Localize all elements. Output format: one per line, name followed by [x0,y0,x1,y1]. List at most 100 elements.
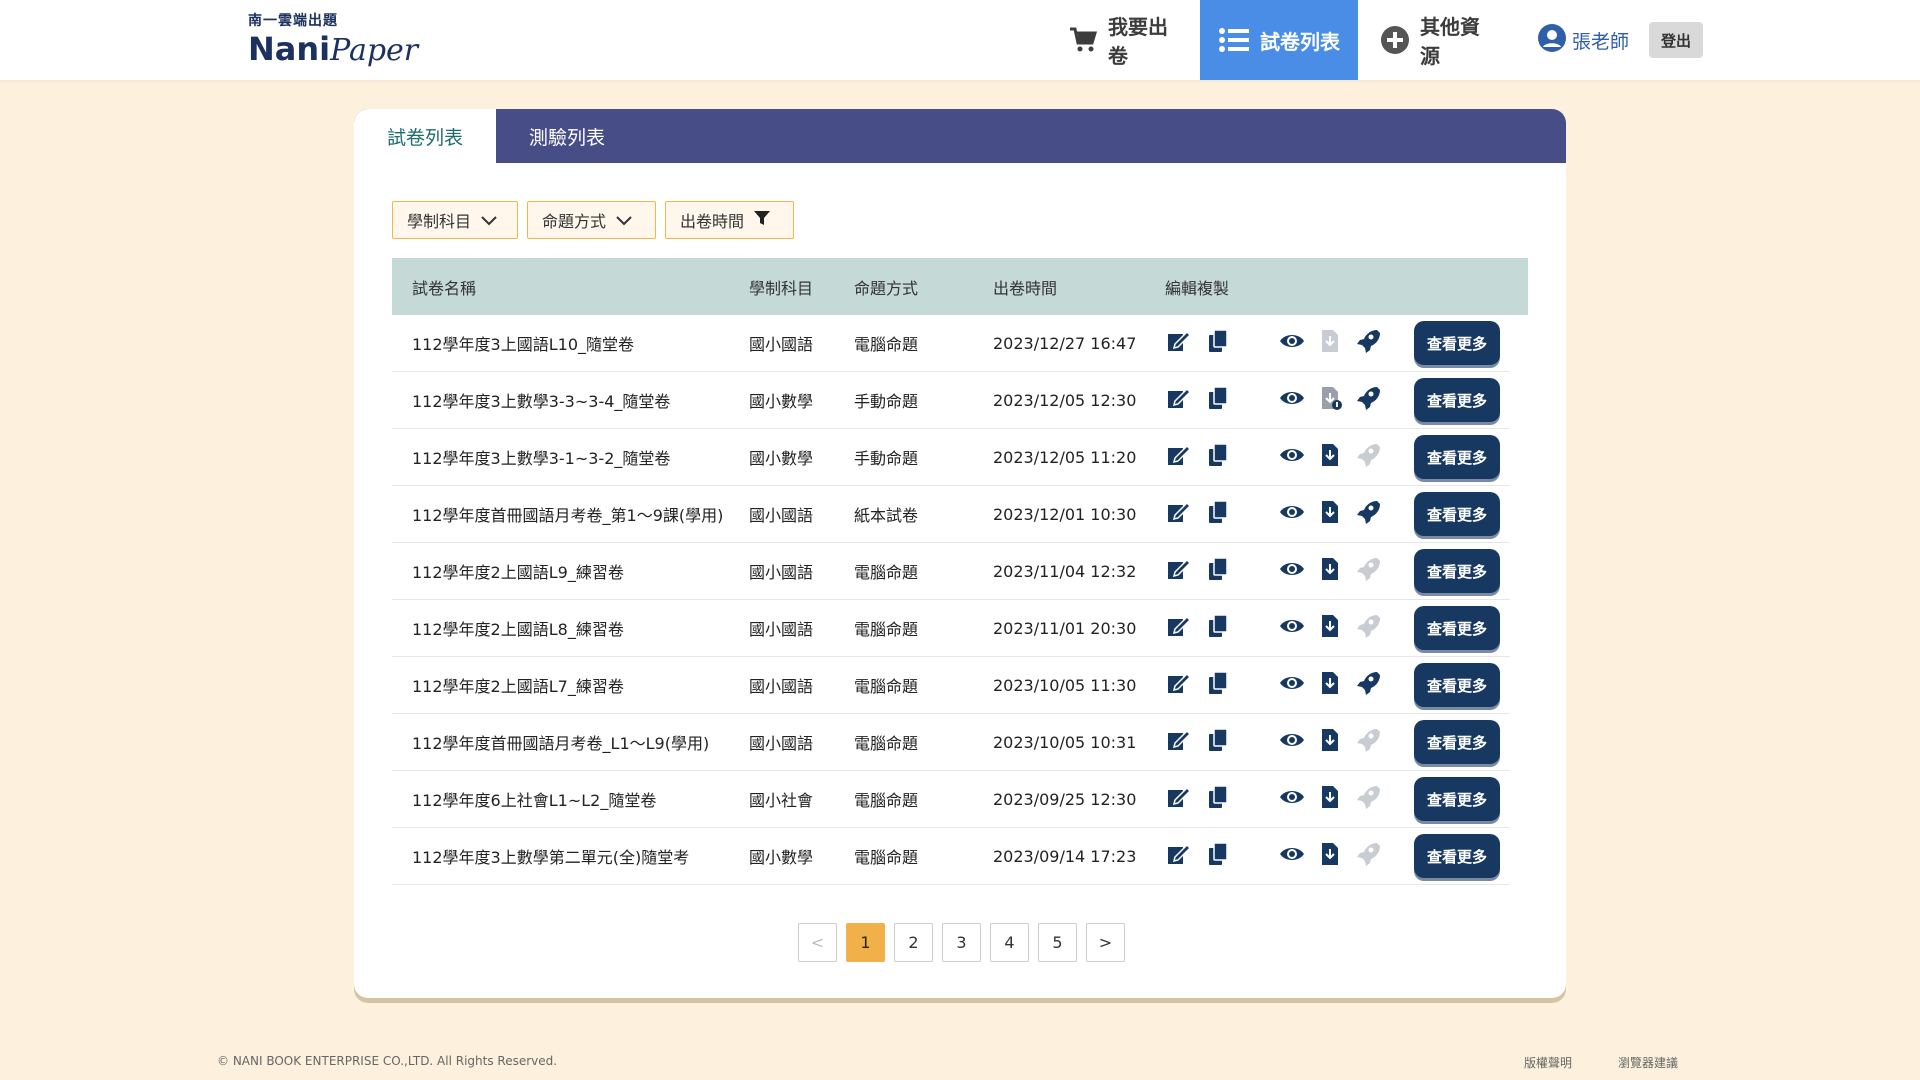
download-icon[interactable] [1317,442,1343,472]
cell-paper-name[interactable]: 112學年度3上數學3-1~3-2_隨堂卷 [392,445,749,469]
rocket-icon[interactable] [1355,499,1381,529]
page-5-button[interactable]: 5 [1038,923,1077,962]
cell-edit-copy [1165,442,1271,472]
edit-icon[interactable] [1165,841,1191,871]
copy-icon[interactable] [1205,727,1231,757]
copy-icon[interactable] [1205,328,1231,358]
copy-icon[interactable] [1205,670,1231,700]
view-more-button[interactable]: 查看更多 [1414,492,1500,536]
preview-eye-icon[interactable] [1279,727,1305,757]
view-more-button[interactable]: 查看更多 [1414,549,1500,593]
cell-mode: 電腦命題 [854,563,919,582]
filter-mode[interactable]: 命題方式 [527,201,656,239]
view-more-button[interactable]: 查看更多 [1414,834,1500,878]
cell-paper-name[interactable]: 112學年度首冊國語月考卷_L1～L9(學用) [392,730,749,754]
copy-icon[interactable] [1205,613,1231,643]
tab-paper-list[interactable]: 試卷列表 [354,109,496,163]
cell-paper-name[interactable]: 112學年度3上數學第二單元(全)隨堂考 [392,844,749,868]
filter-time[interactable]: 出卷時間 [665,201,794,239]
page-1-button[interactable]: 1 [846,923,885,962]
copy-icon[interactable] [1205,499,1231,529]
logo[interactable]: 南一雲端出題 NaniPaper [248,10,418,70]
view-more-button[interactable]: 查看更多 [1414,777,1500,821]
paper-list-card: 試卷列表 測驗列表 學制科目 命題方式 出卷時間 試卷名稱 學制科目 命題方式 … [354,109,1566,998]
edit-icon[interactable] [1165,613,1191,643]
cell-more: 查看更多 [1414,606,1510,650]
edit-icon[interactable] [1165,670,1191,700]
edit-icon[interactable] [1165,784,1191,814]
prev-page-button[interactable]: < [798,923,837,962]
nav-other-resources[interactable]: 其他資源 [1362,0,1502,80]
preview-eye-icon[interactable] [1279,499,1305,529]
rocket-icon[interactable] [1355,670,1381,700]
cell-paper-name[interactable]: 112學年度2上國語L9_練習卷 [392,559,749,583]
cell-paper-name[interactable]: 112學年度2上國語L8_練習卷 [392,616,749,640]
header-subject: 學制科目 [749,278,814,298]
filter-subject[interactable]: 學制科目 [392,201,518,239]
preview-eye-icon[interactable] [1279,556,1305,586]
edit-icon[interactable] [1165,499,1191,529]
nav-make-paper[interactable]: 我要出卷 [1050,0,1200,80]
download-icon[interactable] [1317,727,1343,757]
download-icon[interactable] [1317,385,1343,415]
view-more-button[interactable]: 查看更多 [1414,435,1500,479]
preview-eye-icon[interactable] [1279,328,1305,358]
user-icon [1538,24,1566,57]
cell-paper-name[interactable]: 112學年度6上社會L1~L2_隨堂卷 [392,787,749,811]
preview-eye-icon[interactable] [1279,385,1305,415]
edit-icon[interactable] [1165,442,1191,472]
view-more-button[interactable]: 查看更多 [1414,378,1500,422]
copy-icon[interactable] [1205,841,1231,871]
preview-eye-icon[interactable] [1279,841,1305,871]
header-name[interactable]: 試卷名稱 [392,275,749,299]
download-icon[interactable] [1317,499,1343,529]
page-3-button[interactable]: 3 [942,923,981,962]
cell-paper-name[interactable]: 112學年度首冊國語月考卷_第1～9課(學用) [392,502,749,526]
filter-time-label: 出卷時間 [680,212,745,231]
edit-icon[interactable] [1165,385,1191,415]
user-menu[interactable]: 張老師 [1538,24,1629,57]
edit-icon[interactable] [1165,556,1191,586]
view-more-button[interactable]: 查看更多 [1414,321,1500,365]
rocket-icon[interactable] [1355,385,1381,415]
edit-icon[interactable] [1165,328,1191,358]
page-4-button[interactable]: 4 [990,923,1029,962]
copy-icon[interactable] [1205,442,1231,472]
preview-eye-icon[interactable] [1279,613,1305,643]
download-icon[interactable] [1317,613,1343,643]
tab-test-list[interactable]: 測驗列表 [496,109,638,163]
copy-icon[interactable] [1205,556,1231,586]
cell-paper-name[interactable]: 112學年度3上國語L10_隨堂卷 [392,331,749,355]
view-more-button[interactable]: 查看更多 [1414,663,1500,707]
download-icon[interactable] [1317,784,1343,814]
cell-more: 查看更多 [1414,834,1510,878]
next-page-button[interactable]: > [1086,923,1125,962]
cell-paper-name[interactable]: 112學年度2上國語L7_練習卷 [392,673,749,697]
footer-link-browser[interactable]: 瀏覽器建議 [1618,1054,1678,1071]
nav-paper-list[interactable]: 試卷列表 [1200,0,1358,80]
logout-button[interactable]: 登出 [1649,22,1703,58]
preview-eye-icon[interactable] [1279,442,1305,472]
page-2-button[interactable]: 2 [894,923,933,962]
cell-subject: 國小社會 [749,791,814,810]
cell-time: 2023/12/01 10:30 [993,504,1137,524]
preview-eye-icon[interactable] [1279,670,1305,700]
edit-icon[interactable] [1165,727,1191,757]
funnel-icon [754,210,771,230]
footer-links: 版權聲明 瀏覽器建議 [1524,1054,1678,1071]
copy-icon[interactable] [1205,784,1231,814]
copy-icon[interactable] [1205,385,1231,415]
rocket-icon [1355,442,1381,472]
download-icon[interactable] [1317,841,1343,871]
header-edit: 編輯複製 [1165,278,1230,298]
rocket-icon[interactable] [1355,328,1381,358]
view-more-button[interactable]: 查看更多 [1414,720,1500,764]
table-row: 112學年度2上國語L7_練習卷 國小國語 電腦命題 2023/10/05 11:30… [392,657,1510,714]
cell-paper-name[interactable]: 112學年度3上數學3-3~3-4_隨堂卷 [392,388,749,412]
download-icon[interactable] [1317,670,1343,700]
footer-link-copyright[interactable]: 版權聲明 [1524,1054,1572,1071]
preview-eye-icon[interactable] [1279,784,1305,814]
table-header: 試卷名稱 學制科目 命題方式 出卷時間 編輯複製 [392,258,1528,315]
view-more-button[interactable]: 查看更多 [1414,606,1500,650]
download-icon[interactable] [1317,556,1343,586]
